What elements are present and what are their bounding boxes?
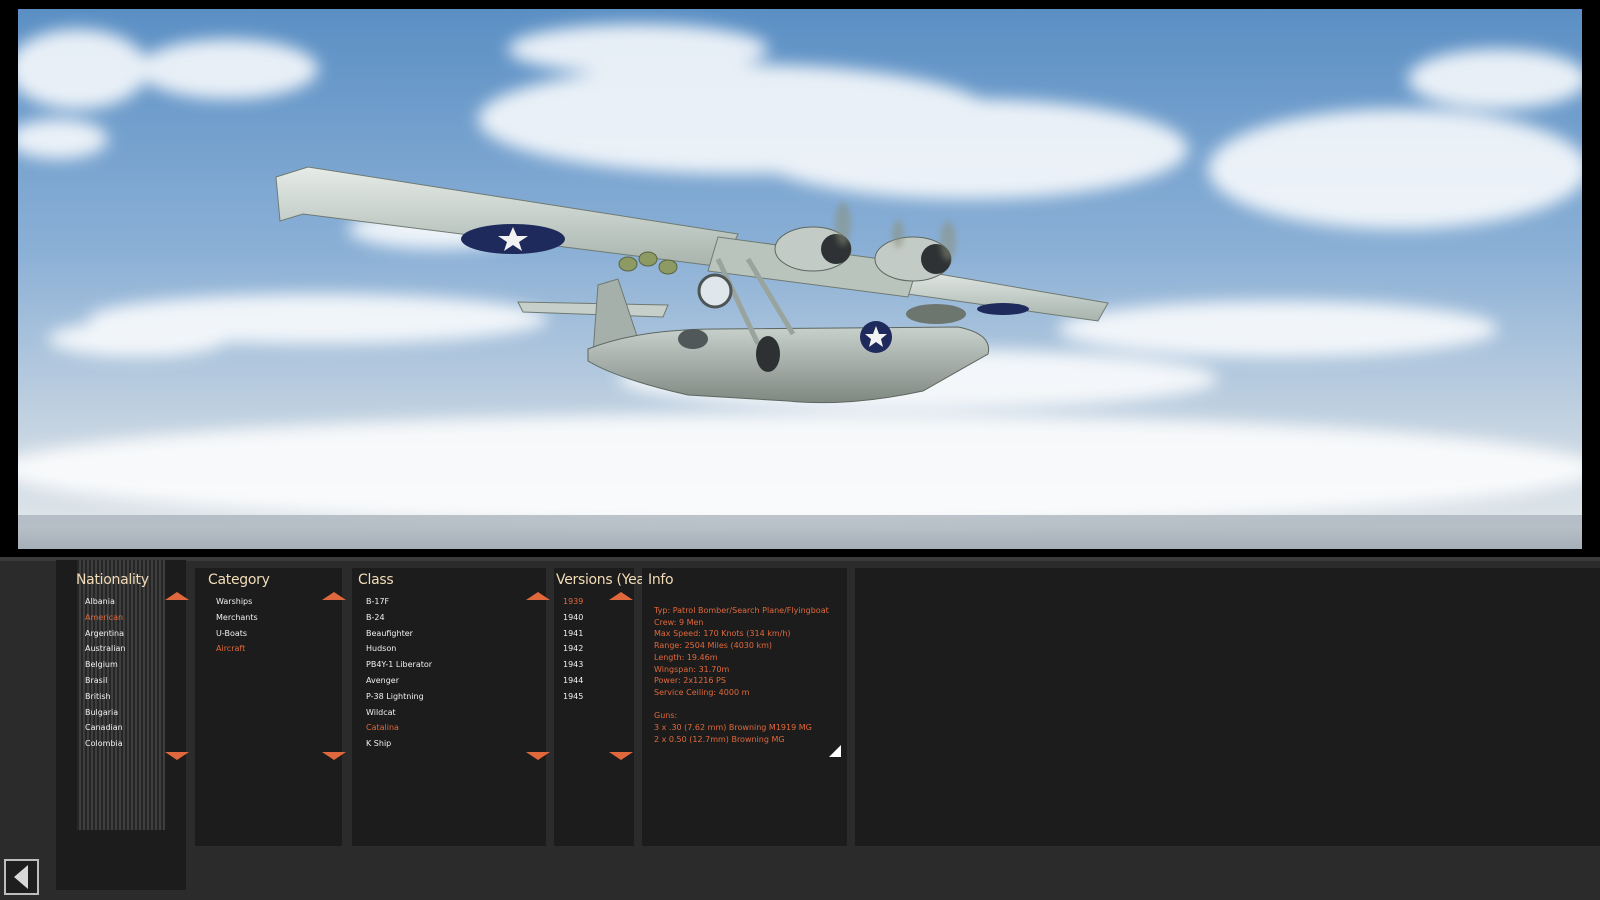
- versions-list: 1939 1940 1941 1942 1943 1944 1945: [563, 594, 583, 705]
- chevron-left-icon: [14, 865, 28, 889]
- model-viewport[interactable]: [18, 9, 1582, 549]
- version-item[interactable]: 1944: [563, 673, 583, 689]
- info-line: 3 x .30 (7.62 mm) Browning M1919 MG: [654, 723, 812, 732]
- nationality-item[interactable]: Canadian: [85, 720, 125, 736]
- back-button[interactable]: [4, 859, 39, 895]
- class-item[interactable]: Wildcat: [366, 705, 432, 721]
- category-list: Warships Merchants U-Boats Aircraft: [216, 594, 258, 657]
- info-line: Crew: 9 Men: [654, 617, 704, 627]
- category-scroll-down-icon[interactable]: [322, 752, 346, 760]
- class-item[interactable]: B-17F: [366, 594, 432, 610]
- nationality-item[interactable]: Belgium: [85, 657, 125, 673]
- versions-scroll-up-icon[interactable]: [609, 592, 633, 600]
- versions-scroll-down-icon[interactable]: [609, 752, 633, 760]
- info-line: Wingspan: 31.70m: [654, 664, 730, 674]
- class-scroll-down-icon[interactable]: [526, 752, 550, 760]
- class-item[interactable]: PB4Y-1 Liberator: [366, 657, 432, 673]
- version-item[interactable]: 1942: [563, 641, 583, 657]
- info-line: Guns:: [654, 711, 678, 721]
- class-item[interactable]: Hudson: [366, 641, 432, 657]
- viewport-scene: [18, 9, 1582, 549]
- info-line: Power: 2x1216 PS: [654, 676, 726, 686]
- info-line: Length: 19.46m: [654, 652, 718, 662]
- nationality-item[interactable]: Brasil: [85, 673, 125, 689]
- info-line: Range: 2504 Miles (4030 km): [654, 641, 773, 651]
- class-item[interactable]: Catalina: [366, 720, 432, 736]
- info-line: 2 x 0.50 (12.7mm) Browning MG: [654, 734, 785, 744]
- panel-divider: [0, 557, 1600, 561]
- info-line: Typ: Patrol Bomber/Search Plane/Flyingbo…: [654, 606, 829, 615]
- category-title: Category: [208, 572, 270, 588]
- nationality-item[interactable]: American: [85, 610, 125, 626]
- info-line: Max Speed: 170 Knots (314 km/h): [654, 629, 791, 639]
- versions-title: Versions (Year): [556, 572, 656, 588]
- category-item[interactable]: Aircraft: [216, 641, 258, 657]
- nationality-item[interactable]: Australian: [85, 641, 125, 657]
- unit-viewer-screen: Nationality Albania American Argentina Aust…: [0, 0, 1600, 900]
- nationality-item[interactable]: Colombia: [85, 736, 125, 752]
- empty-detail-panel: [855, 568, 1600, 846]
- class-item[interactable]: K Ship: [366, 736, 432, 752]
- version-item[interactable]: 1943: [563, 657, 583, 673]
- class-item[interactable]: Avenger: [366, 673, 432, 689]
- version-item[interactable]: 1941: [563, 626, 583, 642]
- category-item[interactable]: Warships: [216, 594, 258, 610]
- class-list: B-17F B-24 Beaufighter Hudson PB4Y-1 Liberat…: [366, 594, 432, 752]
- category-item[interactable]: U-Boats: [216, 626, 258, 642]
- nationality-item[interactable]: Albania: [85, 594, 125, 610]
- nationality-scroll-up-icon[interactable]: [165, 592, 189, 600]
- category-scroll-up-icon[interactable]: [322, 592, 346, 600]
- nationality-item[interactable]: Bulgaria: [85, 705, 125, 721]
- class-item[interactable]: B-24: [366, 610, 432, 626]
- nationality-scroll-down-icon[interactable]: [165, 752, 189, 760]
- resize-corner-icon[interactable]: [829, 745, 841, 757]
- info-title: Info: [648, 572, 674, 588]
- class-title: Class: [358, 572, 394, 588]
- version-item[interactable]: 1940: [563, 610, 583, 626]
- category-item[interactable]: Merchants: [216, 610, 258, 626]
- nationality-item[interactable]: Argentina: [85, 626, 125, 642]
- info-line: Service Ceiling: 4000 m: [654, 687, 750, 697]
- nationality-item[interactable]: British: [85, 689, 125, 705]
- class-item[interactable]: P-38 Lightning: [366, 689, 432, 705]
- nationality-title: Nationality: [76, 572, 149, 588]
- nationality-list: Albania American Argentina Australian Belgiu…: [85, 594, 125, 752]
- class-item[interactable]: Beaufighter: [366, 626, 432, 642]
- class-scroll-up-icon[interactable]: [526, 592, 550, 600]
- version-item[interactable]: 1939: [563, 594, 583, 610]
- version-item[interactable]: 1945: [563, 689, 583, 705]
